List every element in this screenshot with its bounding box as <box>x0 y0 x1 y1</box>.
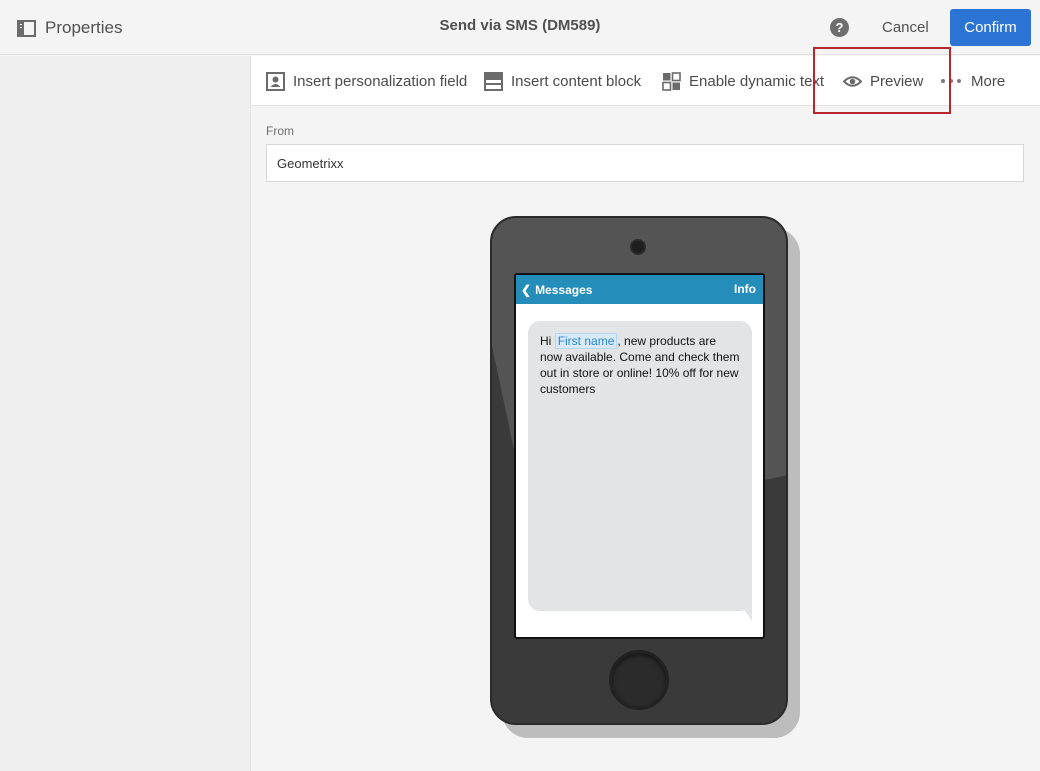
confirm-button[interactable]: Confirm <box>950 9 1031 46</box>
eye-icon <box>843 75 862 87</box>
top-bar: Properties Send via SMS (DM589) ? Cancel… <box>0 0 1040 55</box>
more-button[interactable]: More <box>941 56 1005 106</box>
messages-back-label: Messages <box>535 282 593 297</box>
info-button[interactable]: Info <box>734 275 756 304</box>
message-greeting: Hi <box>540 334 552 348</box>
properties-panel <box>0 56 251 771</box>
preview-label: Preview <box>870 72 924 90</box>
preview-button[interactable]: Preview <box>843 56 923 106</box>
properties-label: Properties <box>45 18 123 37</box>
enable-dynamic-text-button[interactable]: Enable dynamic text <box>662 56 824 106</box>
from-label: From <box>266 124 294 138</box>
more-dots-icon <box>941 79 961 83</box>
editor-toolbar: Insert personalization field Insert cont… <box>251 56 1040 106</box>
phone-camera <box>630 239 646 255</box>
insert-content-block-label: Insert content block <box>511 72 642 90</box>
personalization-field-tag[interactable]: First name <box>554 333 618 349</box>
insert-content-block-button[interactable]: Insert content block <box>484 56 641 106</box>
more-label: More <box>971 72 1006 90</box>
help-icon[interactable]: ? <box>830 18 849 37</box>
content-block-icon <box>484 71 503 91</box>
enable-dynamic-text-label: Enable dynamic text <box>689 72 825 90</box>
from-field[interactable] <box>266 144 1024 182</box>
dynamic-text-icon <box>662 71 681 91</box>
messages-back-button[interactable]: ❮ Messages <box>521 275 592 304</box>
insert-personalization-field-button[interactable]: Insert personalization field <box>266 56 467 106</box>
message-bubble-tail <box>738 601 752 621</box>
properties-button[interactable]: Properties <box>17 16 122 40</box>
sms-message-bubble: Hi First name, new products are now avai… <box>528 321 752 611</box>
phone-home-button <box>609 650 669 710</box>
phone-mockup: ❮ Messages Info Hi First name, new produ… <box>490 216 788 725</box>
insert-personalization-field-label: Insert personalization field <box>293 72 468 90</box>
phone-screen: ❮ Messages Info Hi First name, new produ… <box>514 273 765 639</box>
properties-panel-icon <box>17 19 36 37</box>
chevron-left-icon: ❮ <box>521 282 532 297</box>
personalization-field-icon <box>266 71 285 91</box>
cancel-button[interactable]: Cancel <box>870 18 941 38</box>
messages-nav-bar: ❮ Messages Info <box>516 275 763 304</box>
